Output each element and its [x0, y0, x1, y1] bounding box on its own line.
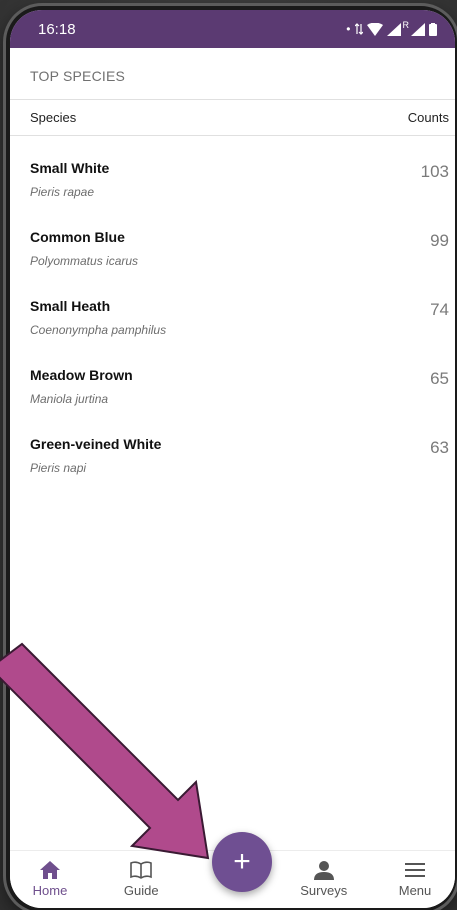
- species-count: 74: [430, 300, 449, 319]
- tab-home-label: Home: [32, 883, 68, 898]
- species-row[interactable]: Green-veined White Pieris napi 63: [10, 426, 455, 495]
- hamburger-icon: [405, 859, 425, 881]
- species-common-name: Small Heath: [30, 298, 111, 314]
- tab-surveys[interactable]: Surveys: [284, 859, 364, 898]
- species-common-name: Small White: [30, 160, 110, 176]
- app-screen: 16:18 • R TOP SPECIES Species Counts Sma…: [10, 10, 455, 908]
- signal-icon-2: [411, 22, 425, 36]
- stage: 16:18 • R TOP SPECIES Species Counts Sma…: [0, 0, 457, 910]
- species-row[interactable]: Small Heath Coenonympha pamphilus 74: [10, 288, 455, 357]
- species-scientific-name: Pieris rapae: [30, 185, 95, 199]
- wifi-icon: [366, 22, 383, 36]
- signal-icon: [386, 22, 401, 36]
- phone-frame: 16:18 • R TOP SPECIES Species Counts Sma…: [6, 6, 457, 910]
- species-count: 99: [430, 231, 449, 250]
- species-common-name: Meadow Brown: [30, 367, 133, 383]
- home-content: TOP SPECIES Species Counts Small White P…: [10, 48, 455, 850]
- tab-menu-label: Menu: [398, 883, 432, 898]
- plus-icon: +: [233, 845, 251, 878]
- table-header: Species Counts: [10, 100, 455, 136]
- species-column-header: Species: [30, 110, 77, 125]
- species-common-name: Common Blue: [30, 229, 125, 245]
- tab-guide-label: Guide: [123, 883, 159, 898]
- species-count: 63: [430, 438, 449, 457]
- status-icons: • R: [346, 20, 437, 36]
- species-scientific-name: Maniola jurtina: [30, 392, 109, 406]
- notification-dot: •: [346, 22, 351, 36]
- roaming-indicator: R: [402, 20, 410, 30]
- battery-icon: [429, 22, 437, 36]
- species-row[interactable]: Small White Pieris rapae 103: [10, 150, 455, 219]
- counts-column-header: Counts: [407, 110, 449, 125]
- species-list: Small White Pieris rapae 103 Common Blue…: [10, 136, 455, 495]
- status-bar: 16:18 • R: [10, 10, 455, 48]
- tab-menu[interactable]: Menu: [375, 859, 455, 898]
- species-scientific-name: Polyommatus icarus: [30, 254, 139, 268]
- species-common-name: Green-veined White: [30, 436, 162, 452]
- tab-home[interactable]: Home: [10, 859, 90, 898]
- status-time: 16:18: [38, 20, 76, 38]
- add-survey-button[interactable]: +: [212, 832, 272, 892]
- data-arrows-icon: [354, 23, 363, 35]
- person-icon: [313, 859, 334, 881]
- species-row[interactable]: Common Blue Polyommatus icarus 99: [10, 219, 455, 288]
- tab-surveys-label: Surveys: [300, 883, 348, 898]
- species-row[interactable]: Meadow Brown Maniola jurtina 65: [10, 357, 455, 426]
- species-scientific-name: Pieris napi: [30, 461, 87, 475]
- section-title: TOP SPECIES: [10, 48, 455, 100]
- book-icon: [130, 859, 153, 881]
- tab-guide[interactable]: Guide: [101, 859, 181, 898]
- species-scientific-name: Coenonympha pamphilus: [30, 323, 167, 337]
- home-icon: [40, 859, 60, 881]
- species-count: 65: [430, 369, 449, 388]
- species-count: 103: [420, 162, 449, 181]
